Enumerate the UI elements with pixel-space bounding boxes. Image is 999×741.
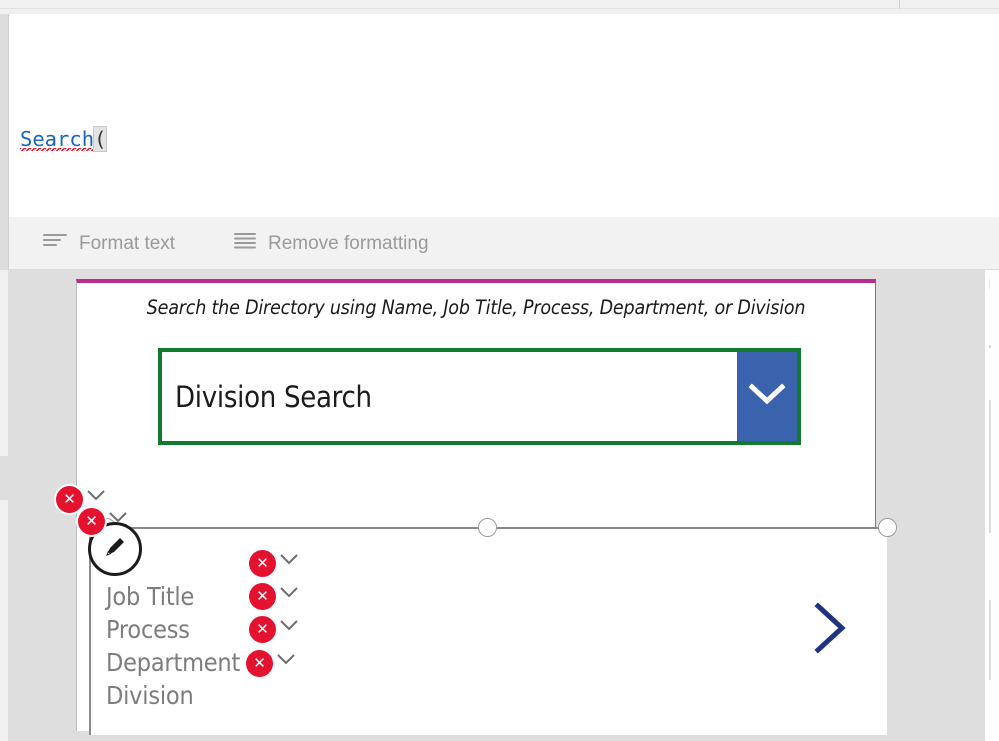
pencil-icon — [101, 533, 129, 566]
close-icon: ✕ — [256, 588, 269, 605]
error-badge-6[interactable]: ✕ — [246, 650, 273, 677]
canvas-right-gutter — [876, 279, 985, 731]
formula-function-search: Search — [20, 126, 95, 151]
app-canvas-area: Search the Directory using Name, Job Tit… — [0, 270, 999, 741]
right-panel — [985, 270, 999, 741]
error-chevron-3[interactable] — [278, 552, 300, 571]
dropdown-selected-value: Division Search — [175, 379, 372, 414]
right-panel-line-3 — [989, 400, 991, 533]
chevron-right-icon — [810, 602, 850, 660]
right-panel-line-4 — [989, 600, 991, 680]
formula-line-1: Search( — [20, 122, 999, 157]
format-toolbar: Format text Remove formatting — [8, 217, 999, 270]
format-text-button[interactable]: Format text — [42, 217, 175, 270]
page-title: Search the Directory using Name, Job Tit… — [146, 296, 806, 319]
top-strip-divider — [899, 0, 900, 9]
formula-selected-paren: ( — [93, 125, 108, 152]
error-badge-4[interactable]: ✕ — [249, 583, 276, 610]
next-item-button[interactable] — [810, 600, 850, 661]
error-chevron-4[interactable] — [278, 585, 300, 604]
remove-formatting-button[interactable]: Remove formatting — [233, 217, 429, 270]
close-icon: ✕ — [256, 555, 269, 572]
format-text-label: Format text — [79, 232, 176, 254]
error-badge-2[interactable]: ✕ — [78, 508, 105, 535]
error-badge-5[interactable]: ✕ — [249, 616, 276, 643]
chevron-down-icon — [747, 381, 787, 412]
align-text-icon — [42, 232, 68, 256]
gallery-label-job-title: Job Title — [106, 582, 195, 611]
gallery-label-department: Department — [106, 648, 241, 677]
lines-icon — [233, 231, 257, 257]
close-icon: ✕ — [63, 491, 76, 508]
top-strip-seam — [0, 8, 999, 9]
error-badge-3[interactable]: ✕ — [249, 550, 276, 577]
close-icon: ✕ — [253, 655, 266, 672]
right-panel-line-1 — [989, 279, 990, 289]
gallery-label-process: Process — [106, 615, 190, 644]
formula-text[interactable]: Search( If(Dropdown1.Selected.Result="Di… — [20, 18, 999, 217]
resize-handle-right[interactable] — [878, 518, 897, 537]
left-rail-notch-bottom — [0, 500, 8, 741]
window-top-strip — [0, 0, 999, 14]
error-chevron-6[interactable] — [275, 652, 297, 671]
error-chevron-1[interactable] — [85, 488, 107, 507]
division-search-dropdown[interactable]: Division Search — [158, 348, 801, 445]
remove-formatting-label: Remove formatting — [268, 232, 429, 254]
formula-bar[interactable]: Search( If(Dropdown1.Selected.Result="Di… — [8, 14, 999, 217]
error-badge-1[interactable]: ✕ — [56, 486, 83, 513]
close-icon: ✕ — [256, 621, 269, 638]
resize-handle-middle[interactable] — [478, 518, 497, 537]
dropdown-chevron-button[interactable] — [737, 352, 797, 441]
gallery-selection-edge — [89, 518, 897, 537]
right-panel-line-2 — [989, 345, 991, 348]
close-icon: ✕ — [85, 513, 98, 530]
left-rail-notch-top — [0, 270, 8, 456]
error-chevron-2[interactable] — [107, 510, 129, 529]
gallery-label-division: Division — [106, 681, 194, 710]
error-chevron-5[interactable] — [278, 618, 300, 637]
gallery-container[interactable] — [89, 527, 887, 735]
